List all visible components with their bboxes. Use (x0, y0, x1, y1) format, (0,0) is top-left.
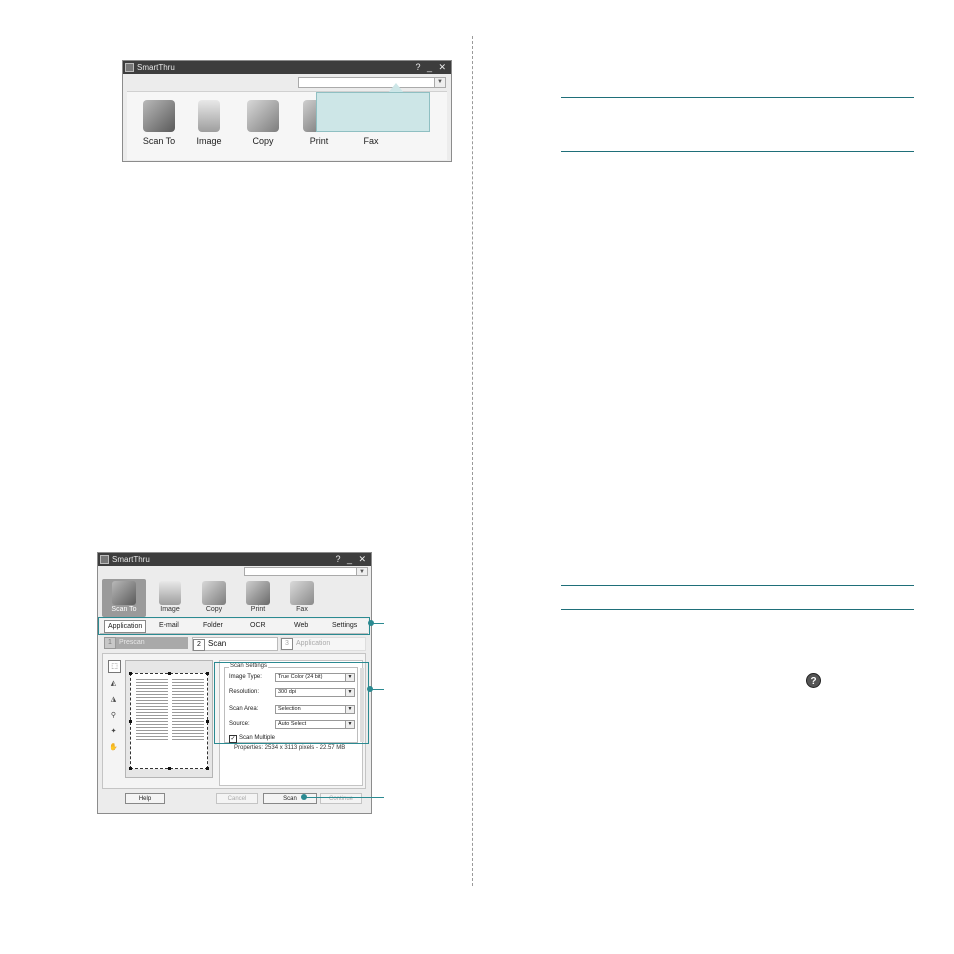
text-column (172, 679, 204, 741)
tool-label: Fax (363, 136, 379, 146)
chevron-down-icon[interactable]: ▼ (434, 78, 445, 87)
hand-pan-icon[interactable]: ✋ (108, 742, 119, 753)
tool-label: Copy (205, 606, 223, 613)
step-number: 3 (281, 638, 293, 650)
tool-print[interactable]: Print (236, 579, 280, 613)
zoom-icon[interactable]: ⚲ (108, 710, 119, 721)
crop-handle[interactable] (168, 767, 171, 770)
chevron-down-icon[interactable]: ▼ (356, 568, 367, 575)
crop-handle[interactable] (129, 767, 132, 770)
tool-icon-bar: Scan To Image Copy Print Fax (100, 579, 368, 617)
callout-leader (304, 797, 384, 798)
image-icon (198, 100, 220, 132)
tool-label: Copy (252, 136, 274, 146)
fax-icon (290, 581, 314, 605)
step-label: Prescan (119, 639, 145, 646)
tool-image[interactable]: Image (148, 579, 192, 613)
app-icon (100, 555, 109, 564)
tool-copy[interactable]: Copy (235, 100, 291, 146)
rotate-left-icon[interactable]: ◭ (108, 678, 119, 689)
step-label: Scan (208, 639, 227, 648)
scanner-select[interactable]: ▼ (244, 567, 368, 576)
tool-scan-to[interactable]: Scan To (102, 579, 146, 617)
magic-wand-icon[interactable]: ✦ (108, 726, 119, 737)
text-column (136, 679, 168, 741)
tool-label: Image (196, 136, 222, 146)
step-scan[interactable]: 2 Scan (192, 637, 278, 651)
tool-fax[interactable]: Fax (280, 579, 324, 613)
crop-handle[interactable] (168, 672, 171, 675)
tool-label: Fax (296, 606, 308, 613)
crop-handle[interactable] (129, 672, 132, 675)
scan-properties: Properties: 2534 x 3113 pixels - 22.57 M… (234, 745, 346, 751)
callout-dot (368, 620, 374, 626)
callout-settings-highlight (214, 662, 369, 744)
callout-dot (367, 686, 373, 692)
rotate-right-icon[interactable]: ◮ (108, 694, 119, 705)
tool-label: Image (160, 606, 180, 613)
window-controls[interactable]: ? _ ✕ (415, 61, 448, 74)
cancel-button: Cancel (216, 793, 258, 804)
callout-tabs-highlight (98, 617, 370, 635)
continue-button: Continue (320, 793, 362, 804)
window-controls[interactable]: ? _ ✕ (335, 553, 368, 566)
scan-preview[interactable] (125, 660, 213, 778)
note-rule-top-2 (561, 151, 914, 152)
step-label: Application (296, 640, 331, 647)
crop-handle[interactable] (206, 672, 209, 675)
title-bar: SmartThru ? _ ✕ (123, 61, 451, 74)
select-area-icon[interactable]: ⬚ (108, 660, 121, 673)
window-title: SmartThru (137, 63, 175, 72)
help-question-icon: ? (806, 673, 821, 688)
step-application: 3 Application (280, 637, 366, 651)
tool-label: Scan To (142, 136, 176, 146)
help-button[interactable]: Help (125, 793, 165, 804)
note-rule-bottom-2 (561, 609, 914, 610)
scan-steps: 1 Prescan 2 Scan 3 Application (102, 637, 366, 651)
app-icon (125, 63, 134, 72)
note-rule-top-1 (561, 97, 914, 98)
window-title: SmartThru (112, 555, 150, 564)
tooltip-callout (316, 92, 430, 132)
image-icon (159, 581, 181, 605)
preview-page (129, 672, 209, 770)
tool-copy[interactable]: Copy (192, 579, 236, 613)
tool-label: Print (309, 136, 329, 146)
printer-icon (246, 581, 270, 605)
callout-dot (301, 794, 307, 800)
step-number: 1 (104, 637, 116, 649)
crop-handle[interactable] (206, 720, 209, 723)
scan-button[interactable]: Scan (263, 793, 317, 804)
crop-handle[interactable] (206, 767, 209, 770)
note-rule-bottom-1 (561, 585, 914, 586)
copier-icon (202, 581, 226, 605)
copier-icon (247, 100, 279, 132)
title-bar: SmartThru ? _ ✕ (98, 553, 371, 566)
tool-label: Print (250, 606, 266, 613)
scanner-icon (143, 100, 175, 132)
preview-toolbar: ⬚ ◭ ◮ ⚲ ✦ ✋ (108, 660, 122, 758)
tool-image[interactable]: Image (181, 100, 237, 146)
scanner-icon (112, 581, 136, 605)
step-number: 2 (193, 639, 205, 651)
column-divider (472, 36, 473, 886)
crop-handle[interactable] (129, 720, 132, 723)
tool-label: Scan To (111, 606, 137, 613)
tool-scan-to[interactable]: Scan To (131, 100, 187, 146)
scanner-select[interactable]: ▼ (298, 77, 446, 88)
step-prescan[interactable]: 1 Prescan (104, 637, 188, 649)
